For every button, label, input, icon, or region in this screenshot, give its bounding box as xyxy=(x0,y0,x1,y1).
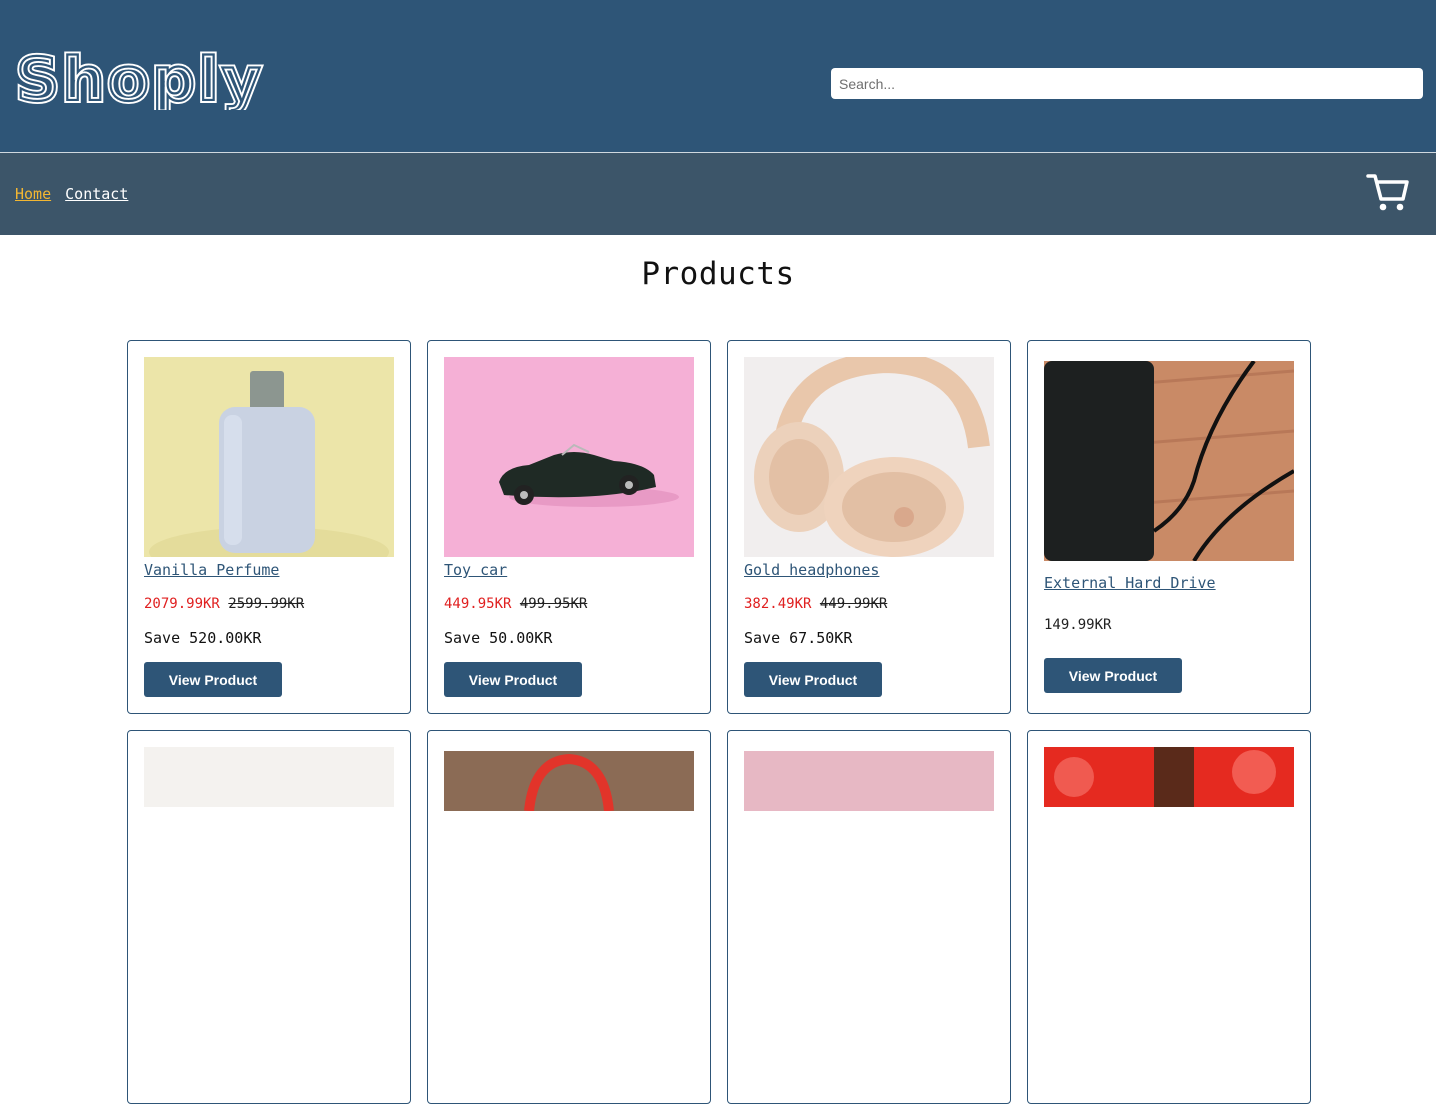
search-input[interactable] xyxy=(831,68,1423,99)
product-card: Gold headphones 382.49KR 449.99KR Save 6… xyxy=(727,340,1011,714)
view-product-button[interactable]: View Product xyxy=(744,662,882,697)
product-name[interactable]: External Hard Drive xyxy=(1044,574,1216,592)
regular-price: 149.99KR xyxy=(1044,617,1112,633)
product-price: 449.95KR 499.95KR xyxy=(444,596,587,612)
product-name[interactable]: Vanilla Perfume xyxy=(144,561,279,579)
product-card xyxy=(727,730,1011,1104)
cart-icon[interactable] xyxy=(1366,172,1410,214)
logo[interactable]: Shoply Shoply xyxy=(14,40,304,110)
sale-price: 449.95KR xyxy=(444,596,512,612)
save-amount: Save 67.50KR xyxy=(744,629,853,647)
product-image-hard-drive[interactable] xyxy=(1044,361,1294,561)
view-product-button[interactable]: View Product xyxy=(444,662,582,697)
product-price: 149.99KR xyxy=(1044,617,1111,633)
nav-link-home[interactable]: Home xyxy=(15,185,51,203)
save-amount: Save 520.00KR xyxy=(144,629,262,647)
product-image-headphones[interactable] xyxy=(744,357,994,557)
logo-text-inline: Shoply xyxy=(16,45,264,110)
sale-price: 382.49KR xyxy=(744,596,812,612)
nav-links: Home Contact xyxy=(15,185,133,203)
sale-price: 2079.99KR xyxy=(144,596,220,612)
product-image-pink-product[interactable] xyxy=(744,751,994,811)
product-card xyxy=(1027,730,1311,1104)
product-name[interactable]: Gold headphones xyxy=(744,561,879,579)
product-name[interactable]: Toy car xyxy=(444,561,507,579)
original-price: 449.99KR xyxy=(819,596,888,612)
product-card xyxy=(127,730,411,1104)
save-amount: Save 50.00KR xyxy=(444,629,553,647)
product-image-perfume[interactable] xyxy=(144,357,394,557)
product-price: 382.49KR 449.99KR xyxy=(744,596,887,612)
product-card: Vanilla Perfume 2079.99KR 2599.99KR Save… xyxy=(127,340,411,714)
product-image-white-product[interactable] xyxy=(144,747,394,807)
original-price: 2599.99KR xyxy=(228,596,305,612)
nav-bar: Home Contact xyxy=(0,152,1436,235)
product-card xyxy=(427,730,711,1104)
product-card: External Hard Drive 149.99KR View Produc… xyxy=(1027,340,1311,714)
product-card: Toy car 449.95KR 499.95KR Save 50.00KR V… xyxy=(427,340,711,714)
page-title: Products xyxy=(641,256,795,292)
product-image-red-headphones[interactable] xyxy=(444,751,694,811)
product-price: 2079.99KR 2599.99KR xyxy=(144,596,304,612)
nav-link-contact[interactable]: Contact xyxy=(65,185,128,203)
original-price: 499.95KR xyxy=(519,596,588,612)
product-image-toy-car[interactable] xyxy=(444,357,694,557)
view-product-button[interactable]: View Product xyxy=(1044,658,1182,693)
product-image-red-bottle[interactable] xyxy=(1044,747,1294,807)
view-product-button[interactable]: View Product xyxy=(144,662,282,697)
header: Shoply Shoply xyxy=(0,0,1436,152)
